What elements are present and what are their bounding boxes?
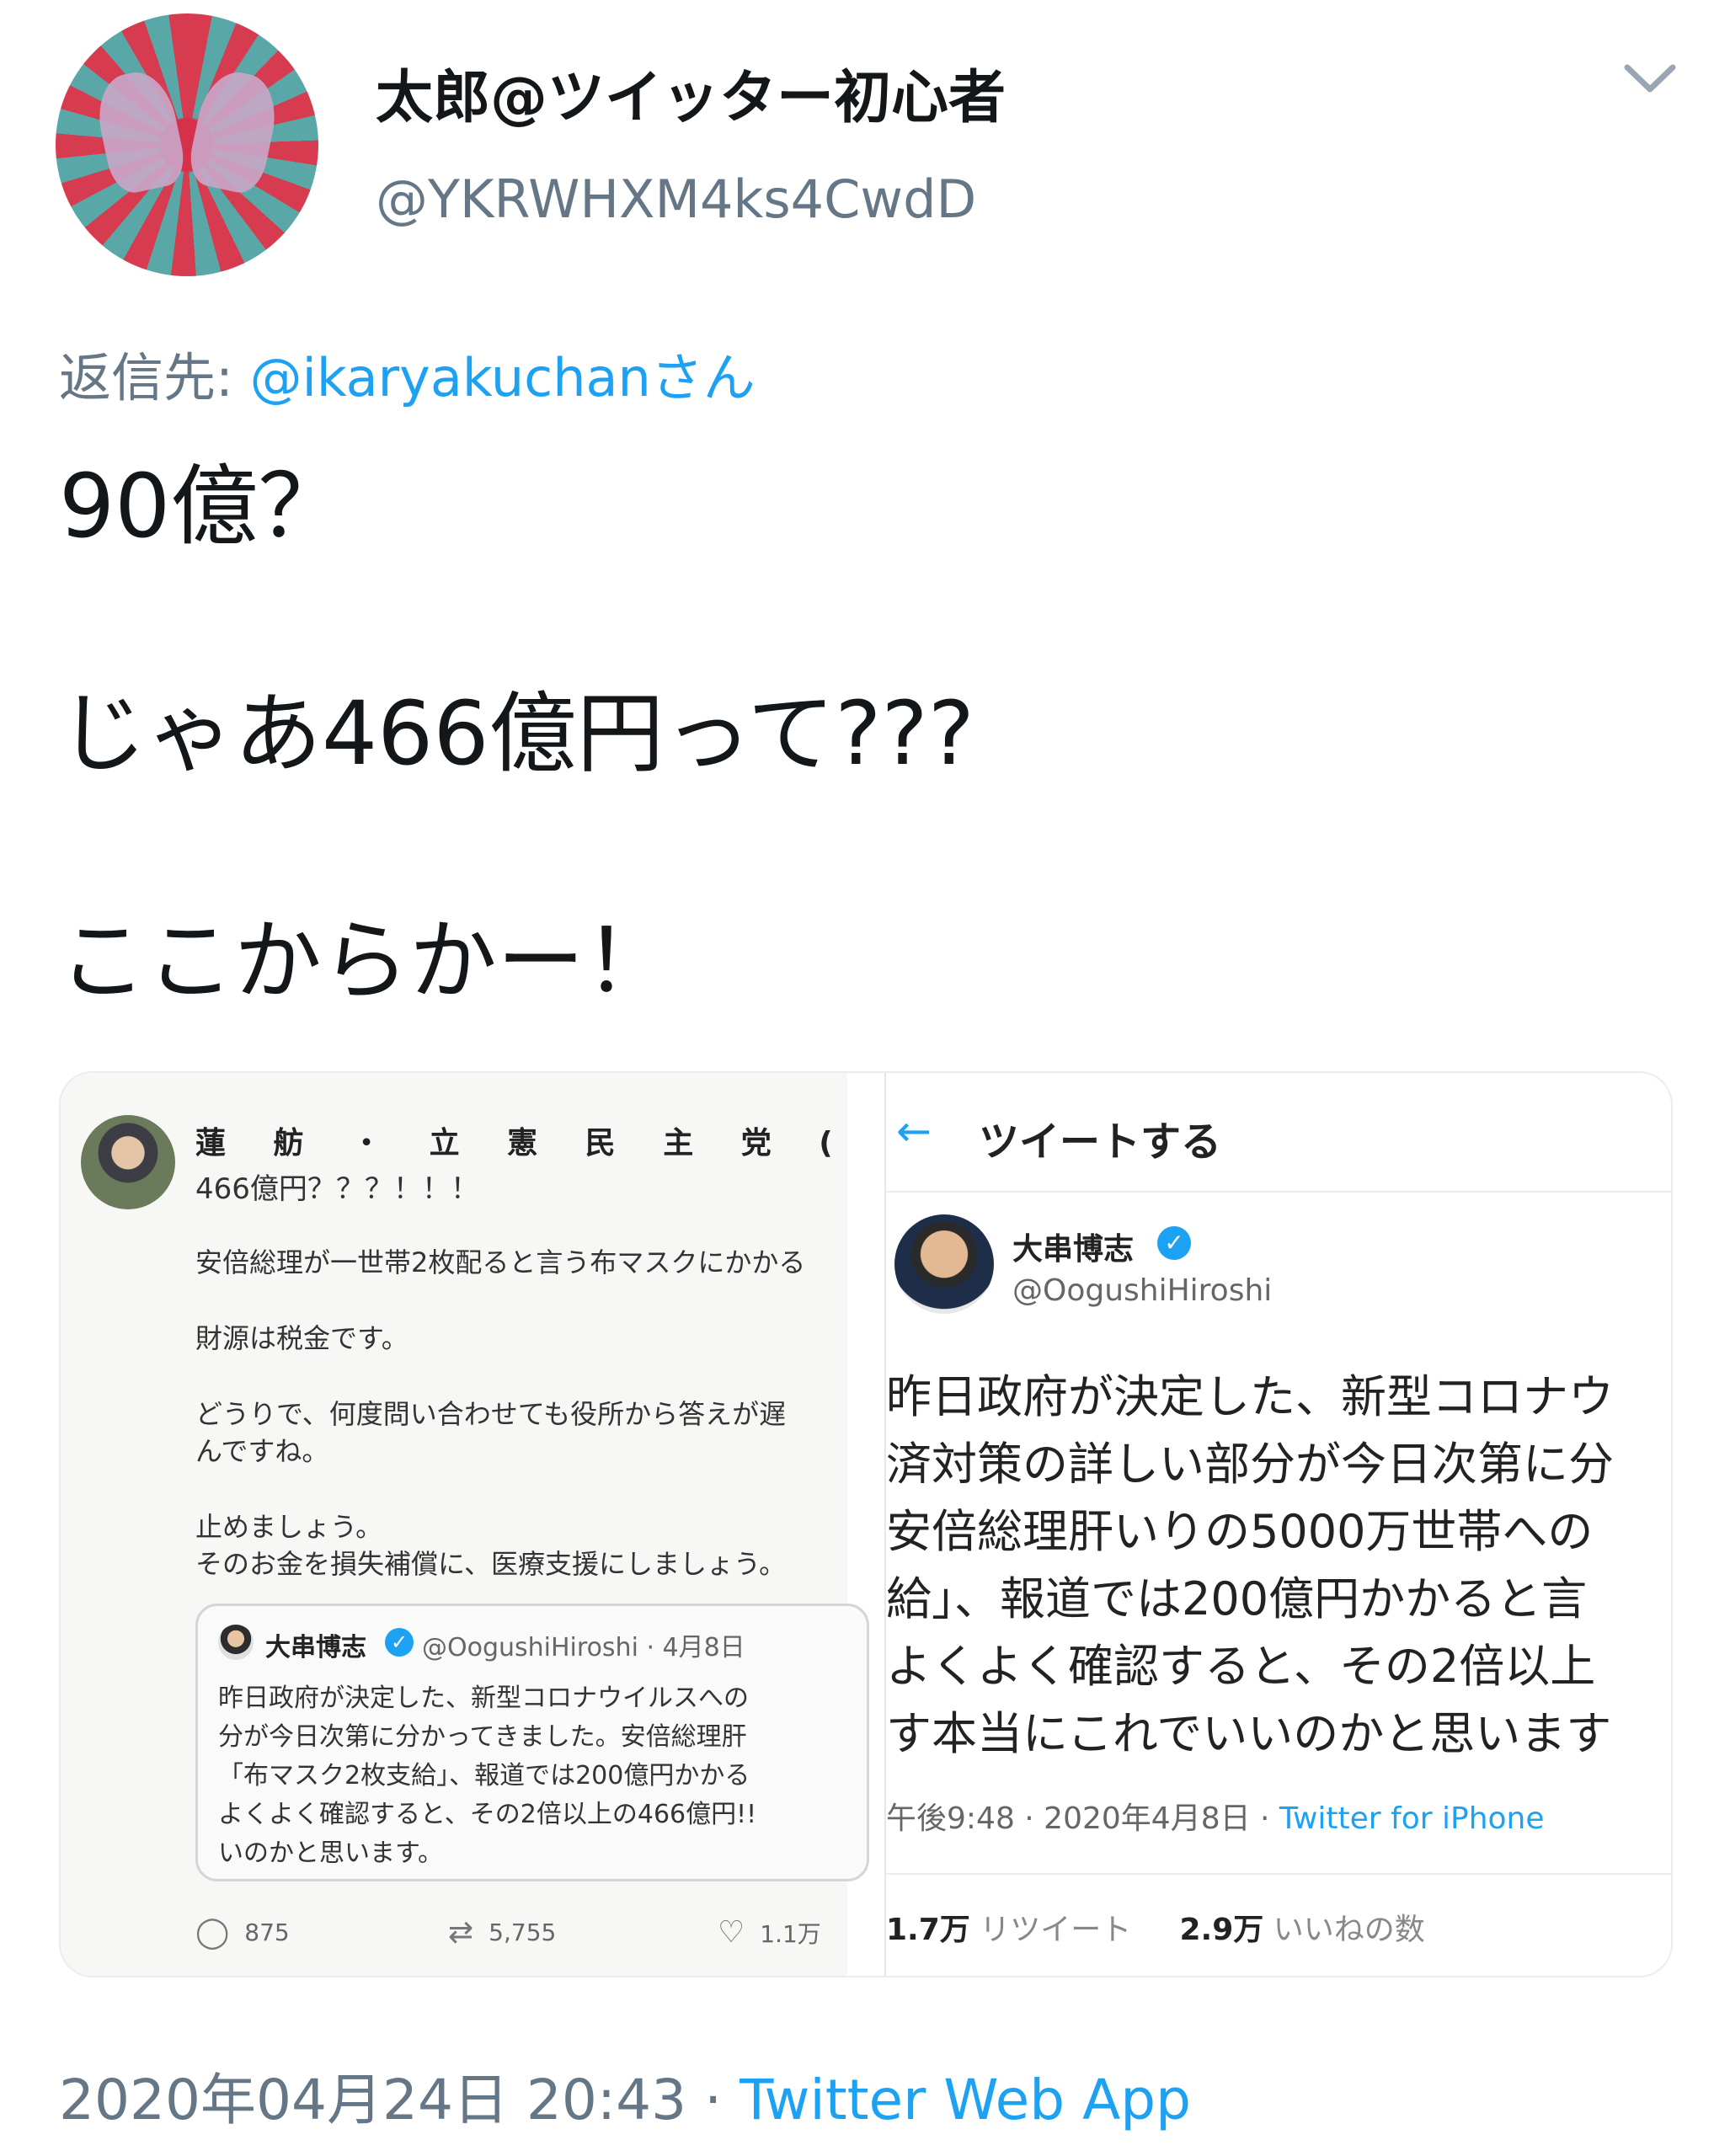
embedded-retweets-label: リツイート	[980, 1913, 1132, 1947]
embedded-likes-count: 2.9万	[1179, 1913, 1264, 1947]
author-display-name[interactable]: 太郎@ツイッター初心者	[376, 51, 1006, 134]
tweet-text-line: ここからかー！	[59, 910, 673, 1012]
tweet-text-line: じゃあ466億円って???	[59, 682, 974, 785]
quote-author-name: 大串博志	[265, 1633, 366, 1662]
embedded-text-line: んですね。	[195, 1435, 329, 1467]
quote-text-line: いのかと思います。	[218, 1838, 443, 1868]
embedded-quote-tweet: 大串博志 ✓ @OogushiHiroshi · 4月8日 昨日政府が決定した、…	[195, 1604, 869, 1881]
reply-to-prefix: 返信先:	[59, 347, 233, 408]
embedded-text-line: 安倍総理が一世帯2枚配ると言う布マスクにかかる	[195, 1246, 806, 1278]
verified-badge-icon: ✓	[385, 1628, 414, 1657]
embedded-author-handle: @OogushiHiroshi	[1012, 1273, 1273, 1308]
reply-to-line: 返信先: @ikaryakuchanさん	[59, 335, 756, 411]
media-image-right[interactable]: ← ツイートする 大串博志 ✓ @OogushiHiroshi 昨日政府が決定し…	[884, 1073, 1671, 1976]
retweet-count-value: 5,755	[489, 1919, 557, 1946]
embedded-stats-row: ◯ 875 ⇄ 5,755 ♡ 1.1万	[195, 1915, 836, 1957]
embedded-author-name: 大串博志	[1012, 1232, 1135, 1267]
retweet-count: ⇄ 5,755	[448, 1915, 556, 1950]
avatar-lion-graphic	[184, 66, 284, 197]
embedded-text-line: す本当にこれでいいのかと思います	[886, 1707, 1612, 1760]
embedded-source: Twitter for iPhone	[1279, 1801, 1545, 1836]
like-count-value: 1.1万	[760, 1919, 821, 1948]
reply-count: ◯ 875	[195, 1915, 290, 1950]
author-avatar[interactable]	[56, 13, 318, 276]
embedded-text-line: 済対策の詳しい部分が今日次第に分	[886, 1438, 1614, 1491]
embedded-avatar	[894, 1214, 994, 1314]
embedded-likes-label: いいねの数	[1273, 1913, 1425, 1947]
source-app-link[interactable]: Twitter Web App	[740, 2068, 1191, 2132]
embedded-text-line: 安倍総理肝いりの5000万世帯への	[886, 1505, 1594, 1558]
embedded-avatar	[81, 1115, 175, 1209]
divider	[886, 1191, 1671, 1193]
embedded-text-line: 466億円？？？！！！	[195, 1172, 479, 1206]
embedded-text-line: どうりで、何度問い合わせても役所から答えが遅	[195, 1398, 787, 1430]
divider	[886, 1873, 1671, 1875]
embedded-text-line: よくよく確認すると、その2倍以上	[886, 1640, 1596, 1693]
quote-text-line: 分が今日次第に分かってきました。安倍総理肝	[218, 1722, 747, 1752]
quote-handle-date: @OogushiHiroshi · 4月8日	[422, 1633, 745, 1662]
reply-mention-link[interactable]: @ikaryakuchanさん	[250, 347, 756, 408]
chevron-down-icon[interactable]	[1621, 57, 1679, 99]
verified-badge-icon: ✓	[1157, 1226, 1191, 1260]
embedded-engagement: 1.7万 リツイート 2.9万 いいねの数	[886, 1905, 1425, 1949]
embedded-header-title: ツイートする	[979, 1118, 1222, 1166]
reply-count-value: 875	[244, 1919, 290, 1946]
author-handle[interactable]: @YKRWHXM4ks4CwdD	[376, 168, 976, 230]
speech-bubble-icon: ◯	[195, 1915, 230, 1950]
quote-text-line: 昨日政府が決定した、新型コロナウイルスへの	[218, 1684, 749, 1713]
embedded-time: 午後9:48 · 2020年4月8日 ·	[886, 1801, 1279, 1836]
timestamp-text[interactable]: 2020年04月24日 20:43 ·	[59, 2068, 740, 2132]
like-count: ♡ 1.1万	[718, 1915, 821, 1950]
embedded-text-line: 止めましょう。	[195, 1511, 383, 1543]
quote-text-line: 「布マスク2枚支給」、報道では200億円かかる	[218, 1761, 750, 1790]
tweet-timestamp: 2020年04月24日 20:43 · Twitter Web App	[59, 2055, 1191, 2136]
retweet-icon: ⇄	[448, 1915, 474, 1950]
embedded-text-line: そのお金を損失補償に、医療支援にしましょう。	[195, 1548, 787, 1580]
media-image-left[interactable]: 蓮 舫 ・ 立 憲 民 主 党 ( り っ け 466億円？？？！！！ 安倍総理…	[61, 1073, 1066, 1976]
embedded-retweets-count: 1.7万	[886, 1913, 970, 1947]
avatar-lion-graphic	[90, 66, 190, 197]
tweet-media[interactable]: 蓮 舫 ・ 立 憲 民 主 党 ( り っ け 466億円？？？！！！ 安倍総理…	[59, 1071, 1673, 1977]
back-arrow-icon: ←	[896, 1107, 932, 1155]
quote-avatar	[218, 1625, 254, 1660]
embedded-text-line: 給」、報道では200億円かかると言	[886, 1572, 1588, 1625]
tweet-text-line: 90億？	[59, 455, 346, 558]
heart-icon: ♡	[718, 1915, 745, 1950]
quote-text-line: よくよく確認すると、その2倍以上の466億円!!	[218, 1800, 757, 1829]
embedded-timestamp: 午後9:48 · 2020年4月8日 · Twitter for iPhone	[886, 1794, 1545, 1838]
embedded-text-line: 昨日政府が決定した、新型コロナウ	[886, 1370, 1614, 1423]
embedded-text-line: 財源は税金です。	[195, 1322, 408, 1354]
